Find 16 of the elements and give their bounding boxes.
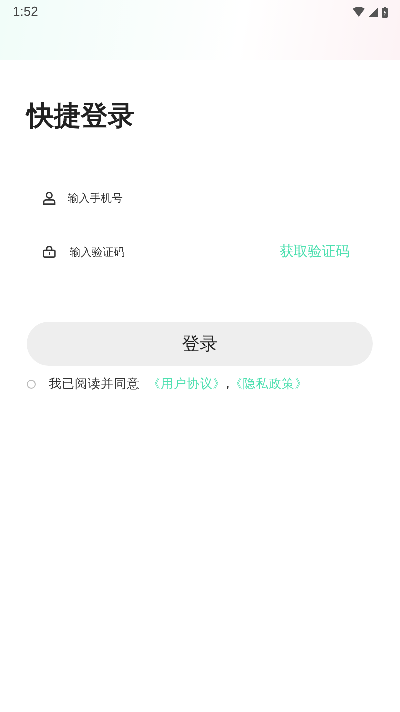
agreement-text: 我已阅读并同意 xyxy=(49,376,140,393)
agree-checkbox[interactable] xyxy=(27,380,36,389)
phone-input[interactable]: 输入手机号 xyxy=(68,192,208,204)
signal-icon xyxy=(369,8,378,16)
wifi-icon xyxy=(353,7,365,17)
code-input[interactable]: 输入验证码 xyxy=(70,246,210,258)
get-code-link[interactable]: 获取验证码 xyxy=(280,243,350,261)
user-agreement-link[interactable]: 《用户协议》 xyxy=(148,376,226,393)
comma-separator: , xyxy=(226,376,230,393)
status-time: 1:52 xyxy=(13,4,38,20)
privacy-policy-link[interactable]: 《隐私政策》 xyxy=(230,376,308,393)
page-title: 快捷登录 xyxy=(27,100,136,134)
lock-icon xyxy=(43,246,56,258)
battery-icon xyxy=(382,6,388,18)
login-button[interactable]: 登录 xyxy=(27,322,373,366)
user-icon xyxy=(43,192,56,204)
